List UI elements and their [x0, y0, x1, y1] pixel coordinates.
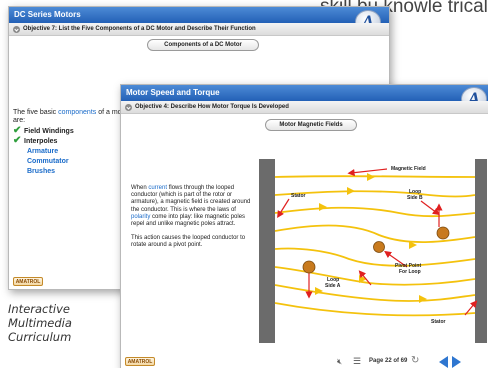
current-link[interactable]: current: [148, 185, 167, 191]
list-item[interactable]: Commutator: [13, 157, 123, 167]
stator-right-label: Stator: [431, 319, 446, 325]
list-item-label: Interpoles: [24, 138, 58, 145]
chevron-down-icon[interactable]: [125, 104, 132, 111]
loop-side-b-label-2: Side B: [407, 195, 423, 201]
components-list: ✔ Field Windings ✔ Interpoles Armature Com…: [13, 126, 123, 177]
list-item[interactable]: ✔ Interpoles: [13, 135, 123, 147]
caption-line: Multimedia: [8, 316, 72, 330]
caption-line: Curriculum: [8, 330, 72, 344]
menu-icon[interactable]: ☰: [353, 356, 361, 367]
stator-left: [259, 159, 275, 343]
section-pill: Motor Magnetic Fields: [265, 119, 357, 131]
stator-right: [475, 159, 487, 343]
list-item-label: Commutator: [27, 158, 69, 165]
section-pill: Components of a DC Motor: [147, 39, 259, 51]
objective-bar[interactable]: Objective 7: List the Five Components of…: [9, 23, 389, 36]
footer-nav: 🔇︎ ☰ Page 22 of 69 ↻: [121, 353, 488, 368]
caption: Interactive Multimedia Curriculum: [8, 302, 118, 344]
text: When: [131, 185, 149, 191]
list-item[interactable]: ✔ Field Windings: [13, 126, 123, 137]
list-item-label: Armature: [27, 148, 59, 155]
list-item[interactable]: Armature: [13, 147, 123, 157]
refresh-icon[interactable]: ↻: [411, 355, 419, 366]
magnetic-field-label: Magnetic Field: [391, 166, 426, 172]
lesson-text: When current flows through the looped co…: [131, 185, 253, 257]
page-indicator: Page 22 of 69: [369, 358, 408, 364]
pivot-label-2: For Loop: [399, 269, 421, 275]
magnetic-field-diagram: Magnetic Field Stator Loop Side B Pivot …: [259, 159, 487, 343]
components-link[interactable]: components: [58, 109, 96, 116]
speaker-mute-icon[interactable]: 🔇︎: [337, 357, 342, 367]
objective-bar[interactable]: Objective 4: Describe How Motor Torque I…: [121, 101, 488, 114]
loop-side-a: [302, 260, 316, 274]
polarity-link[interactable]: polarity: [131, 214, 150, 220]
chevron-down-icon[interactable]: [13, 26, 20, 33]
intro-prefix: The five basic: [13, 109, 59, 116]
prev-arrow-icon[interactable]: [439, 356, 448, 368]
list-item-label: Brushes: [27, 168, 56, 175]
caption-line: Interactive: [8, 302, 70, 316]
motor-speed-torque-window: Motor Speed and Torque A Objective 4: De…: [120, 84, 488, 368]
paragraph-2: This action causes the looped conductor …: [131, 235, 246, 249]
loop-side-b: [436, 226, 450, 240]
objective-text: Objective 4: Describe How Motor Torque I…: [135, 104, 289, 110]
components-intro: The five basic components of a motor are…: [13, 109, 131, 125]
window-title: DC Series Motors: [9, 7, 389, 23]
list-item-label: Field Windings: [24, 128, 74, 135]
objective-text: Objective 7: List the Five Components of…: [23, 26, 256, 32]
list-item[interactable]: Brushes: [13, 167, 123, 177]
pivot-point: [373, 241, 385, 253]
stator-left-label: Stator: [291, 193, 306, 199]
next-arrow-icon[interactable]: [452, 356, 461, 368]
window-title: Motor Speed and Torque: [121, 85, 488, 101]
amatrol-logo: AMATROL: [13, 277, 43, 286]
loop-side-a-label-2: Side A: [325, 283, 341, 289]
paragraph-1: When current flows through the looped co…: [131, 185, 253, 228]
check-icon: ✔: [13, 135, 22, 146]
